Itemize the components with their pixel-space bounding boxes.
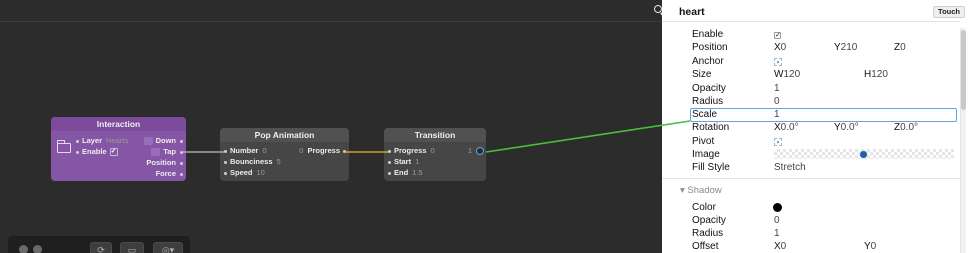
record-icon-secondary[interactable] (33, 245, 42, 253)
shadow-offset-y-field[interactable]: Y0 (864, 240, 876, 253)
input-port-dot[interactable] (76, 151, 79, 154)
interaction-node-title: Interaction (51, 117, 186, 131)
inspector-panel: heart Touch Enable ✓ Position X0 Y210 Z0… (662, 0, 970, 253)
shadow-radius-field[interactable]: 1 (774, 227, 780, 240)
position-y-field[interactable]: Y210 (834, 41, 857, 54)
interaction-output-position[interactable]: Position (146, 158, 183, 168)
rotation-x-field[interactable]: X0.0° (774, 121, 799, 134)
output-port-dot[interactable] (343, 150, 346, 153)
camera-icon[interactable]: ▭ (120, 242, 144, 253)
folder-icon (57, 140, 71, 153)
row-opacity: Opacity 1 (692, 82, 780, 95)
refresh-icon[interactable]: ⟳ (90, 242, 112, 253)
size-h-field[interactable]: H120 (864, 68, 888, 81)
enable-checkbox[interactable]: ✓ (774, 32, 781, 39)
image-slider-knob[interactable] (859, 150, 868, 159)
row-size: Size W120 H120 (692, 68, 888, 81)
panel-divider (662, 178, 960, 179)
input-port-dot[interactable] (76, 140, 79, 143)
transition-output-port[interactable] (476, 147, 484, 155)
row-anchor: Anchor (692, 55, 958, 68)
radius-field[interactable]: 0 (774, 95, 780, 108)
shadow-opacity-field[interactable]: 0 (774, 214, 780, 227)
row-shadow-color: Color (692, 202, 716, 213)
row-rotation: Rotation X0.0° Y0.0° Z0.0° (692, 121, 919, 134)
row-radius: Radius 0 (692, 95, 780, 108)
shadow-offset-x-field[interactable]: X0 (774, 240, 786, 253)
transition-input-progress[interactable]: Progress 0 (388, 146, 435, 156)
position-x-field[interactable]: X0 (774, 41, 786, 54)
pop-animation-node[interactable]: Pop Animation Number 0 Bounciness 5 Speed 1… (220, 128, 349, 181)
interaction-output-tap[interactable]: Tap (151, 147, 183, 157)
row-fill-style: Fill Style Stretch (692, 161, 806, 174)
tap-indicator (151, 148, 161, 157)
scale-highlight (690, 108, 957, 122)
shadow-section-header[interactable]: ▾ Shadow (680, 185, 722, 196)
pop-input-number[interactable]: Number 0 (224, 146, 267, 156)
record-icon[interactable] (19, 245, 28, 253)
fill-style-select[interactable]: Stretch (774, 161, 806, 174)
pop-input-speed[interactable]: Speed 10 (224, 168, 265, 178)
interaction-output-force[interactable]: Force (156, 169, 183, 179)
transition-node[interactable]: Transition Progress 0 Start 1 End 1.5 1 (384, 128, 486, 181)
row-shadow-radius: Radius 1 (692, 227, 780, 240)
shadow-color-swatch[interactable] (773, 203, 782, 212)
rotation-z-field[interactable]: Z0.0° (894, 121, 918, 134)
input-port-dot[interactable] (224, 150, 227, 153)
row-shadow-offset: Offset X0 Y0 (692, 240, 877, 253)
row-pivot: Pivot (692, 135, 958, 148)
inspector-scroll-thumb[interactable] (961, 30, 966, 110)
input-port-dot[interactable] (388, 150, 391, 153)
canvas-top-divider (0, 21, 662, 22)
input-port-dot[interactable] (224, 161, 227, 164)
interaction-node[interactable]: Interaction Layer Hearts Enable ✓ Down Tap… (51, 117, 186, 181)
touch-button[interactable]: Touch (933, 6, 965, 18)
row-enable: Enable ✓ (692, 29, 781, 40)
row-shadow-opacity: Opacity 0 (692, 214, 780, 227)
input-port-dot[interactable] (388, 161, 391, 164)
search-icon[interactable] (654, 5, 662, 13)
pivot-picker[interactable] (774, 138, 782, 146)
transition-input-end[interactable]: End 1.5 (388, 168, 423, 178)
settings-icon[interactable]: ◎▾ (153, 242, 183, 253)
transition-output-value: 1 (467, 146, 472, 155)
panel-divider (662, 21, 960, 22)
viewer-toolbar: ⟳ ▭ ◎▾ (8, 236, 190, 253)
output-port-dot[interactable] (180, 140, 183, 143)
opacity-field[interactable]: 1 (774, 82, 780, 95)
transition-input-start[interactable]: Start 1 (388, 157, 419, 167)
output-port-dot[interactable] (180, 151, 183, 154)
patch-canvas[interactable]: Interaction Layer Hearts Enable ✓ Down Tap… (0, 0, 662, 253)
interaction-input-layer[interactable]: Layer Hearts (76, 136, 128, 146)
output-port-dot[interactable] (180, 162, 183, 165)
transition-node-title: Transition (384, 128, 486, 142)
pop-animation-node-title: Pop Animation (220, 128, 349, 142)
interaction-input-enable[interactable]: Enable ✓ (76, 147, 118, 157)
pop-input-bounciness[interactable]: Bounciness 5 (224, 157, 281, 167)
input-port-dot[interactable] (388, 172, 391, 175)
interaction-output-down[interactable]: Down (143, 136, 183, 146)
down-indicator (143, 137, 153, 146)
size-w-field[interactable]: W120 (774, 68, 800, 81)
layer-name: heart (679, 6, 705, 18)
position-z-field[interactable]: Z0 (894, 41, 906, 54)
input-port-dot[interactable] (224, 172, 227, 175)
rotation-y-field[interactable]: Y0.0° (834, 121, 859, 134)
enable-checkbox[interactable]: ✓ (109, 148, 118, 157)
pop-output-progress[interactable]: 0 Progress (299, 146, 346, 156)
output-port-dot[interactable] (180, 173, 183, 176)
anchor-picker[interactable] (774, 58, 782, 66)
row-position: Position X0 Y210 Z0 (692, 41, 906, 54)
